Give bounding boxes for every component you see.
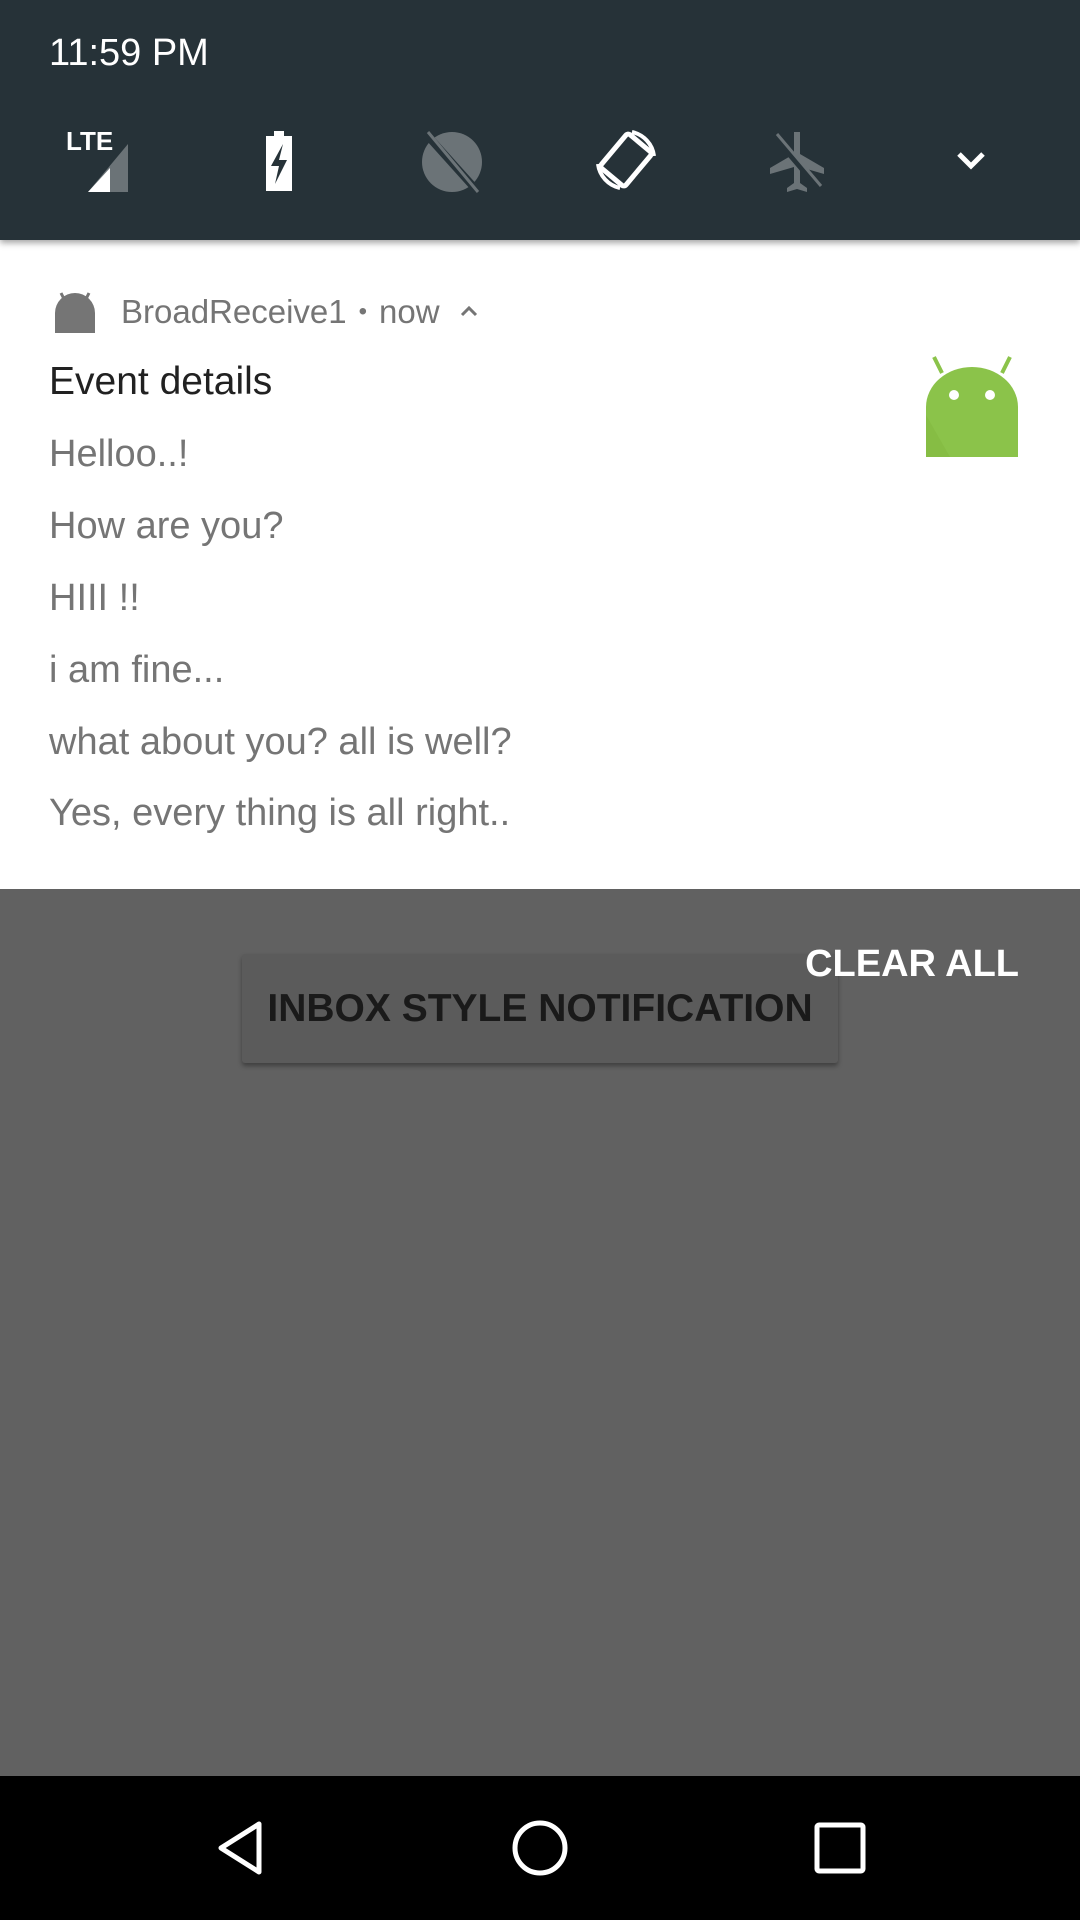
home-icon[interactable] <box>510 1818 570 1878</box>
inbox-style-notification-button[interactable]: INBOX STYLE NOTIFICATION <box>242 954 838 1063</box>
inbox-line: Yes, every thing is all right.. <box>49 792 511 834</box>
lte-signal-icon[interactable]: LTE <box>66 124 138 196</box>
back-icon[interactable] <box>211 1818 271 1878</box>
notification-title: Event details <box>49 360 273 403</box>
inbox-line: How are you? <box>49 505 284 547</box>
app-android-icon <box>55 292 95 333</box>
svg-text:LTE: LTE <box>66 126 113 156</box>
clock: 11:59 PM <box>49 32 209 74</box>
battery-charging-icon[interactable] <box>243 124 315 196</box>
auto-rotate-icon[interactable] <box>590 124 662 196</box>
airplane-mode-off-icon[interactable] <box>761 124 833 196</box>
recents-icon[interactable] <box>810 1818 870 1878</box>
app-name: BroadReceive1 <box>121 293 347 330</box>
expand-chevron-icon[interactable] <box>935 124 1007 196</box>
large-android-icon <box>920 355 1024 461</box>
separator: • <box>358 298 368 325</box>
quick-settings-panel: 11:59 PM LTE <box>0 0 1080 240</box>
data-saver-off-icon[interactable] <box>416 124 488 197</box>
notification-time: now <box>379 293 440 330</box>
inbox-line: what about you? all is well? <box>49 721 512 763</box>
inbox-line: HIII !! <box>49 577 140 619</box>
notification-header: BroadReceive1 • now <box>51 290 484 334</box>
inbox-line: Helloo..! <box>49 433 189 475</box>
inbox-line: i am fine... <box>49 649 225 691</box>
collapse-chevron-icon[interactable] <box>454 297 484 327</box>
clear-all-button[interactable]: CLEAR ALL <box>805 943 1019 986</box>
